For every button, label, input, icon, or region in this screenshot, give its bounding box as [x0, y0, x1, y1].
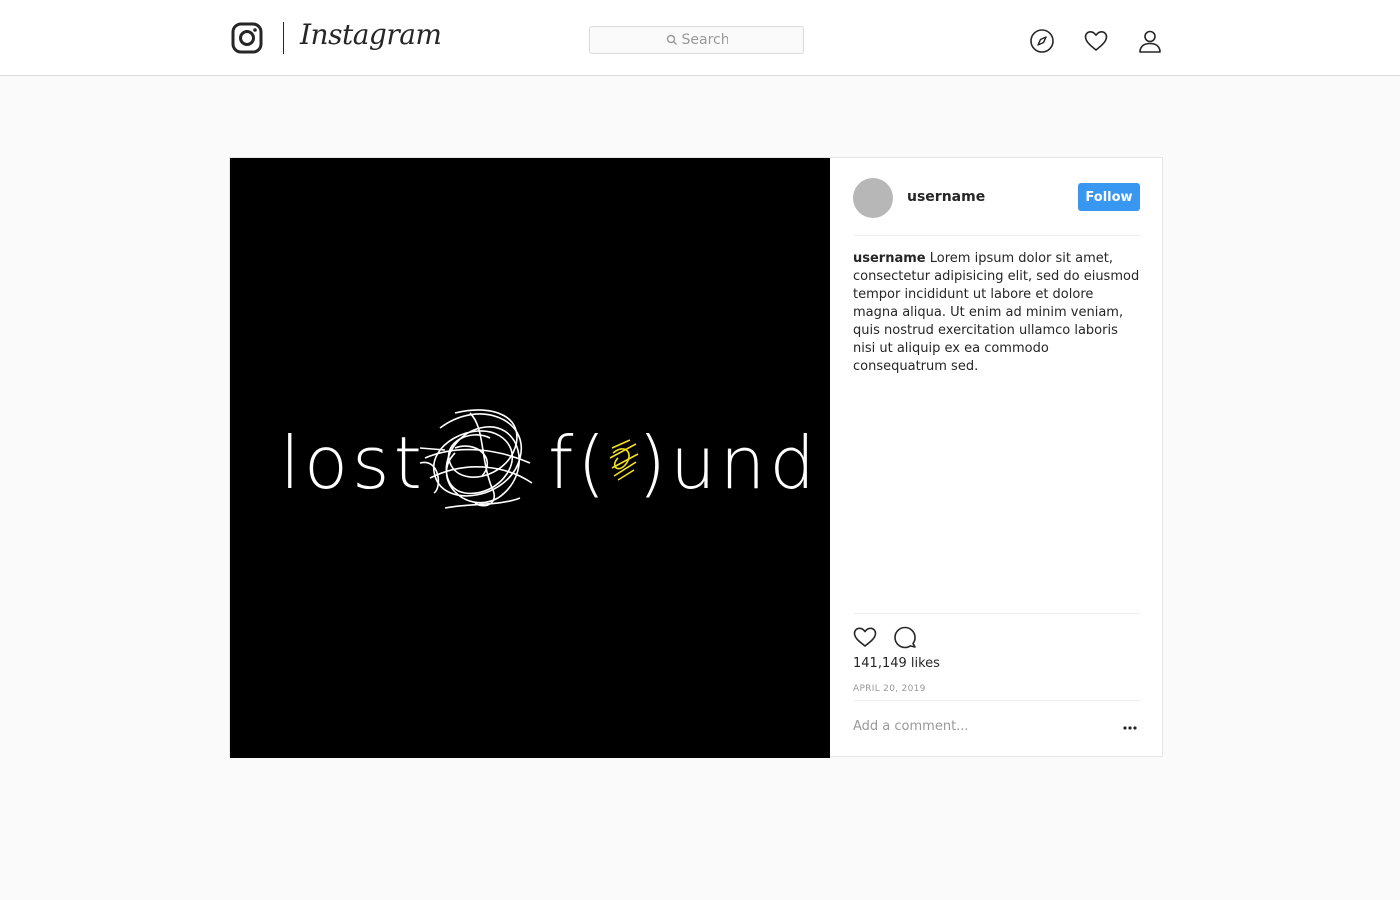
- search-input[interactable]: [681, 32, 728, 48]
- post-card: lost f( )und username Follow username Lo…: [229, 157, 1163, 758]
- user-icon[interactable]: [1137, 28, 1163, 54]
- artwork-word-found-right: )und: [638, 421, 819, 505]
- comment-bubble-icon[interactable]: [893, 625, 917, 649]
- comment-input[interactable]: [853, 719, 1093, 734]
- ellipsis-icon[interactable]: [1122, 725, 1138, 731]
- logo-divider: [283, 22, 284, 54]
- avatar[interactable]: [853, 178, 893, 218]
- compass-icon[interactable]: [1029, 28, 1055, 54]
- scribble-mark: [419, 409, 533, 509]
- post-sidebar: username Follow username Lorem ipsum dol…: [853, 158, 1140, 758]
- caption-text: Lorem ipsum dolor sit amet, con­sectetur…: [853, 251, 1140, 374]
- artwork-word-lost: lost: [280, 421, 426, 505]
- comment-form: [853, 700, 1140, 758]
- post-author-username[interactable]: username: [907, 189, 985, 205]
- like-count[interactable]: 141,149 likes: [853, 656, 940, 671]
- yellow-scribble-mark: [609, 439, 639, 481]
- post-actions: 141,149 likes APRIL 20, 2019: [853, 613, 1140, 694]
- search-icon: [666, 34, 677, 45]
- post-image[interactable]: lost f( )und: [230, 158, 830, 758]
- post-date: APRIL 20, 2019: [853, 684, 926, 694]
- post-caption: username Lorem ipsum dolor sit amet, con…: [853, 250, 1140, 376]
- instagram-wordmark[interactable]: Instagram: [300, 18, 442, 51]
- artwork-word-found-left: f(: [548, 421, 609, 505]
- search-box[interactable]: [589, 26, 804, 54]
- like-heart-icon[interactable]: [853, 625, 877, 649]
- top-navigation-bar: Instagram: [0, 0, 1400, 76]
- heart-icon[interactable]: [1083, 28, 1109, 54]
- post-header: username Follow: [853, 178, 1140, 236]
- lost-and-found-artwork: lost f( )und: [280, 409, 819, 509]
- caption-username[interactable]: username: [853, 251, 926, 266]
- instagram-camera-icon[interactable]: [231, 22, 263, 54]
- follow-button[interactable]: Follow: [1078, 183, 1140, 211]
